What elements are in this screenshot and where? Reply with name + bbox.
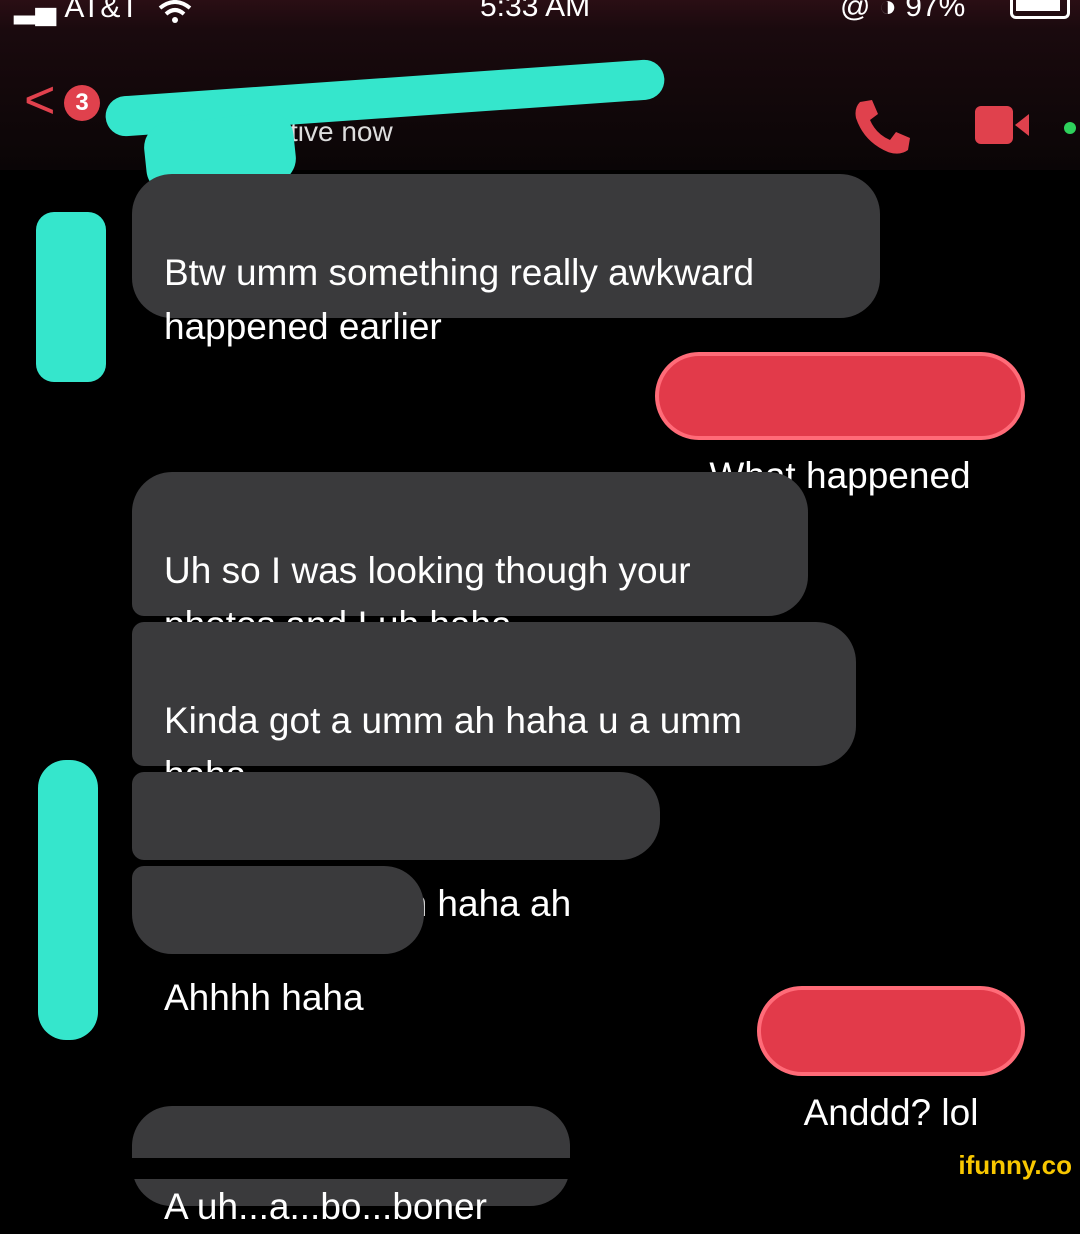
watermark-bar [0, 1158, 1080, 1179]
message-received-4[interactable]: Hmm a umm uh haha ah [132, 772, 660, 924]
online-indicator [1064, 122, 1076, 134]
avatar-redaction-1 [36, 212, 106, 382]
unread-count-badge[interactable]: 3 [64, 85, 100, 121]
video-call-icon[interactable] [975, 102, 1035, 152]
phone-call-icon[interactable] [850, 94, 914, 158]
message-received-3[interactable]: Kinda got a umm ah haha u a umm haha [132, 622, 856, 795]
signal-icon: ▂▄ [14, 0, 56, 24]
message-text: Btw umm something really awkward happene… [164, 252, 755, 347]
message-text: A uh...a...bo...boner [164, 1186, 487, 1227]
watermark-logo: ifunny.co [958, 1150, 1072, 1180]
message-received-6[interactable]: A uh...a...bo...boner [132, 1106, 570, 1227]
status-time: 5:33 AM [480, 0, 591, 23]
carrier-name: AT&T [64, 0, 139, 24]
carrier-label: ▂▄ AT&T [14, 0, 139, 25]
message-received-2[interactable]: Uh so I was looking though your photos a… [132, 472, 808, 645]
conversation-header: < 3 io tive now [0, 30, 1080, 196]
message-received-1[interactable]: Btw umm something really awkward happene… [132, 174, 880, 347]
avatar-redaction-2 [38, 760, 98, 1040]
back-chevron-icon[interactable]: < [24, 73, 56, 127]
battery-icon [1010, 0, 1070, 19]
message-sent-1[interactable]: What happened [655, 352, 1025, 496]
message-text: Ahhhh haha [164, 977, 364, 1018]
message-text: Anddd? lol [803, 1092, 979, 1133]
message-sent-2[interactable]: Anddd? lol [757, 986, 1025, 1133]
status-right-icons: @ ◑ 97% [840, 0, 966, 23]
wifi-icon [158, 0, 192, 34]
message-received-5[interactable]: Ahhhh haha [132, 866, 424, 1018]
status-bar: ▂▄ AT&T 5:33 AM @ ◑ 97% [0, 0, 1080, 30]
